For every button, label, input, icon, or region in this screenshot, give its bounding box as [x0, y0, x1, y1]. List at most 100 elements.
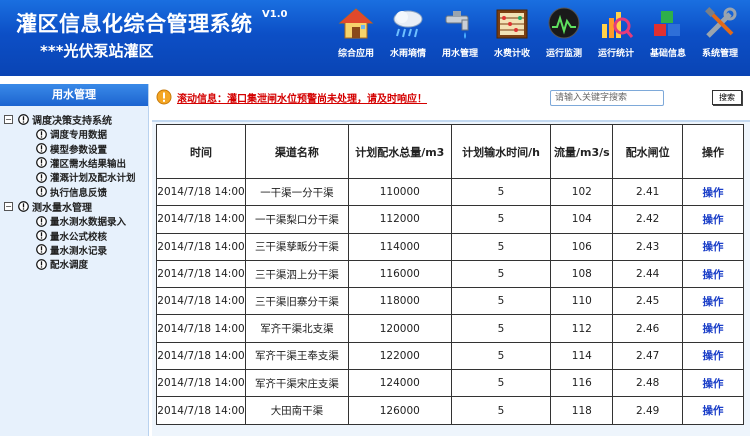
nav-label: 运行监测 [545, 49, 582, 59]
sidebar-item-data-entry[interactable]: 量水测水数据录入 [0, 214, 148, 228]
column-header-time: 时间 [156, 124, 246, 179]
cell-planned-volume: 118000 [347, 287, 452, 316]
cell-channel: 大田南干渠 [244, 396, 349, 425]
sidebar-item-label: 调度专用数据 [50, 130, 108, 142]
table-row: 2014/7/18 14:00 一干渠一分干渠 110000 5 102 2.41 操作 [156, 177, 744, 207]
cell-action: 操作 [682, 232, 744, 261]
cell-gate: 2.49 [612, 396, 684, 425]
sidebar-item-model-params[interactable]: 模型参数设置 [0, 141, 148, 156]
nav-label: 水雨墒情 [389, 49, 426, 59]
alert-circle-icon [36, 143, 47, 154]
cubes-icon [654, 11, 680, 36]
table-row: 2014/7/18 14:00 三干渠孳畈分干渠 114000 5 106 2.43 操作 [156, 232, 744, 261]
cell-flow: 116 [550, 369, 614, 398]
cell-gate: 2.45 [612, 287, 684, 316]
app-header: 灌区信息化综合管理系统 V1.0 ***光伏泵站灌区 综合应用 水雨墒情 用水管… [0, 0, 750, 76]
cell-time: 2014/7/18 14:00 [156, 259, 246, 289]
nav-item-basic-info[interactable]: 基础信息 [642, 6, 694, 66]
notice-text[interactable]: 滚动信息：灌口集泄闸水位预警尚未处理，请及时响应！ [177, 90, 427, 105]
nav-label: 基础信息 [649, 49, 686, 59]
operate-link[interactable]: 操作 [703, 241, 724, 253]
collapse-toggle-icon[interactable]: − [4, 115, 13, 124]
table-row: 2014/7/18 14:00 军齐干渠王奉支渠 122000 5 114 2.47 操作 [156, 341, 744, 371]
cell-planned-duration: 5 [450, 396, 552, 425]
sidebar-item-feedback[interactable]: 执行信息反馈 [0, 185, 148, 199]
table-row: 2014/7/18 14:00 三干渠泗上分干渠 116000 5 108 2.44 操作 [156, 259, 744, 289]
tree-group-measurement[interactable]: − 测水量水管理 [0, 199, 148, 214]
sidebar-item-dispatch-data[interactable]: 调度专用数据 [0, 127, 148, 141]
nav-item-system[interactable]: 系统管理 [694, 6, 746, 66]
alert-circle-icon [18, 114, 29, 125]
column-header-planned-volume: 计划配水总量/m3 [347, 124, 452, 179]
cell-action: 操作 [682, 396, 744, 425]
tree-group-label: 测水量水管理 [32, 202, 92, 214]
cell-action: 操作 [682, 287, 744, 316]
operate-link[interactable]: 操作 [703, 323, 724, 335]
cell-time: 2014/7/18 14:00 [156, 232, 246, 261]
nav-label: 运行统计 [597, 49, 634, 59]
column-header-action: 操作 [682, 124, 744, 179]
alert-circle-icon [36, 128, 47, 140]
cell-planned-duration: 5 [450, 259, 552, 289]
collapse-toggle-icon[interactable]: − [4, 201, 13, 211]
sidebar-item-records[interactable]: 量水测水记录 [0, 243, 148, 257]
search-button[interactable]: 搜索 [712, 90, 742, 105]
operate-link[interactable]: 操作 [703, 405, 724, 417]
cell-gate: 2.41 [612, 177, 684, 207]
nav-label: 系统管理 [701, 49, 738, 59]
nav-item-rain[interactable]: 水雨墒情 [382, 6, 434, 66]
operate-link[interactable]: 操作 [703, 378, 724, 390]
cell-action: 操作 [682, 177, 744, 207]
cell-planned-duration: 5 [450, 341, 552, 371]
alert-circle-icon [36, 171, 47, 183]
sidebar-item-label: 执行信息反馈 [50, 187, 108, 199]
cell-gate: 2.46 [612, 314, 684, 343]
cell-gate: 2.48 [612, 369, 684, 398]
nav-item-billing[interactable]: 水费计收 [486, 6, 538, 66]
app-version: V1.0 [262, 9, 288, 20]
operate-link[interactable]: 操作 [703, 214, 724, 226]
cell-planned-volume: 122000 [347, 341, 452, 371]
cell-time: 2014/7/18 14:00 [156, 396, 246, 425]
cell-flow: 110 [550, 287, 614, 316]
search-input[interactable] [550, 90, 664, 106]
operate-link[interactable]: 操作 [703, 269, 724, 281]
monitor-icon [548, 7, 580, 39]
cell-planned-volume: 114000 [347, 232, 452, 261]
operate-link[interactable]: 操作 [703, 187, 724, 199]
alert-circle-icon [36, 258, 47, 270]
app-title: 灌区信息化综合管理系统 [16, 12, 253, 36]
nav-item-statistics[interactable]: 运行统计 [590, 6, 642, 66]
cell-planned-volume: 120000 [347, 314, 452, 343]
cell-action: 操作 [682, 205, 744, 234]
nav-item-comprehensive[interactable]: 综合应用 [330, 6, 382, 66]
nav-label: 综合应用 [337, 49, 374, 59]
cell-time: 2014/7/18 14:00 [156, 287, 246, 316]
table-panel: 时间 渠道名称 计划配水总量/m3 计划输水时间/h 流量/m3/s 配水闸位 … [152, 120, 750, 436]
nav-item-monitoring[interactable]: 运行监测 [538, 6, 590, 66]
cell-channel: 一干渠一分干渠 [244, 177, 349, 207]
cell-planned-volume: 124000 [347, 369, 452, 398]
alert-circle-icon [156, 89, 172, 105]
cell-gate: 2.44 [612, 259, 684, 289]
sidebar-item-demand-output[interactable]: 灌区需水结果输出 [0, 156, 148, 170]
operate-link[interactable]: 操作 [703, 296, 724, 308]
cell-planned-volume: 116000 [347, 259, 452, 289]
nav-item-water-use[interactable]: 用水管理 [434, 6, 486, 66]
chart-magnifier-icon [602, 12, 634, 38]
scroll-notice: 滚动信息：灌口集泄闸水位预警尚未处理，请及时响应！ [156, 86, 427, 108]
tree-group-dispatch[interactable]: − 调度决策支持系统 [0, 112, 148, 127]
app-subtitle: ***光伏泵站灌区 [40, 42, 154, 60]
sidebar-item-irrigation-plan[interactable]: 灌溉计划及配水计划 [0, 170, 148, 184]
faucet-icon [445, 11, 469, 39]
sidebar-item-water-dispatch[interactable]: 配水调度 [0, 257, 148, 271]
cell-gate: 2.42 [612, 205, 684, 234]
cell-planned-duration: 5 [450, 369, 552, 398]
main-content: 滚动信息：灌口集泄闸水位预警尚未处理，请及时响应！ 搜索 时间 渠道名称 计划配… [152, 84, 750, 436]
sidebar-tree: − 调度决策支持系统 调度专用数据 模型参数设置 灌区需水结果输出 灌溉计划及配… [0, 106, 148, 272]
nav-label: 用水管理 [441, 49, 478, 59]
operate-link[interactable]: 操作 [703, 350, 724, 362]
column-header-gate: 配水闸位 [612, 124, 684, 179]
cell-channel: 三干渠泗上分干渠 [244, 259, 349, 289]
sidebar-item-formula-check[interactable]: 量水公式校核 [0, 228, 148, 243]
